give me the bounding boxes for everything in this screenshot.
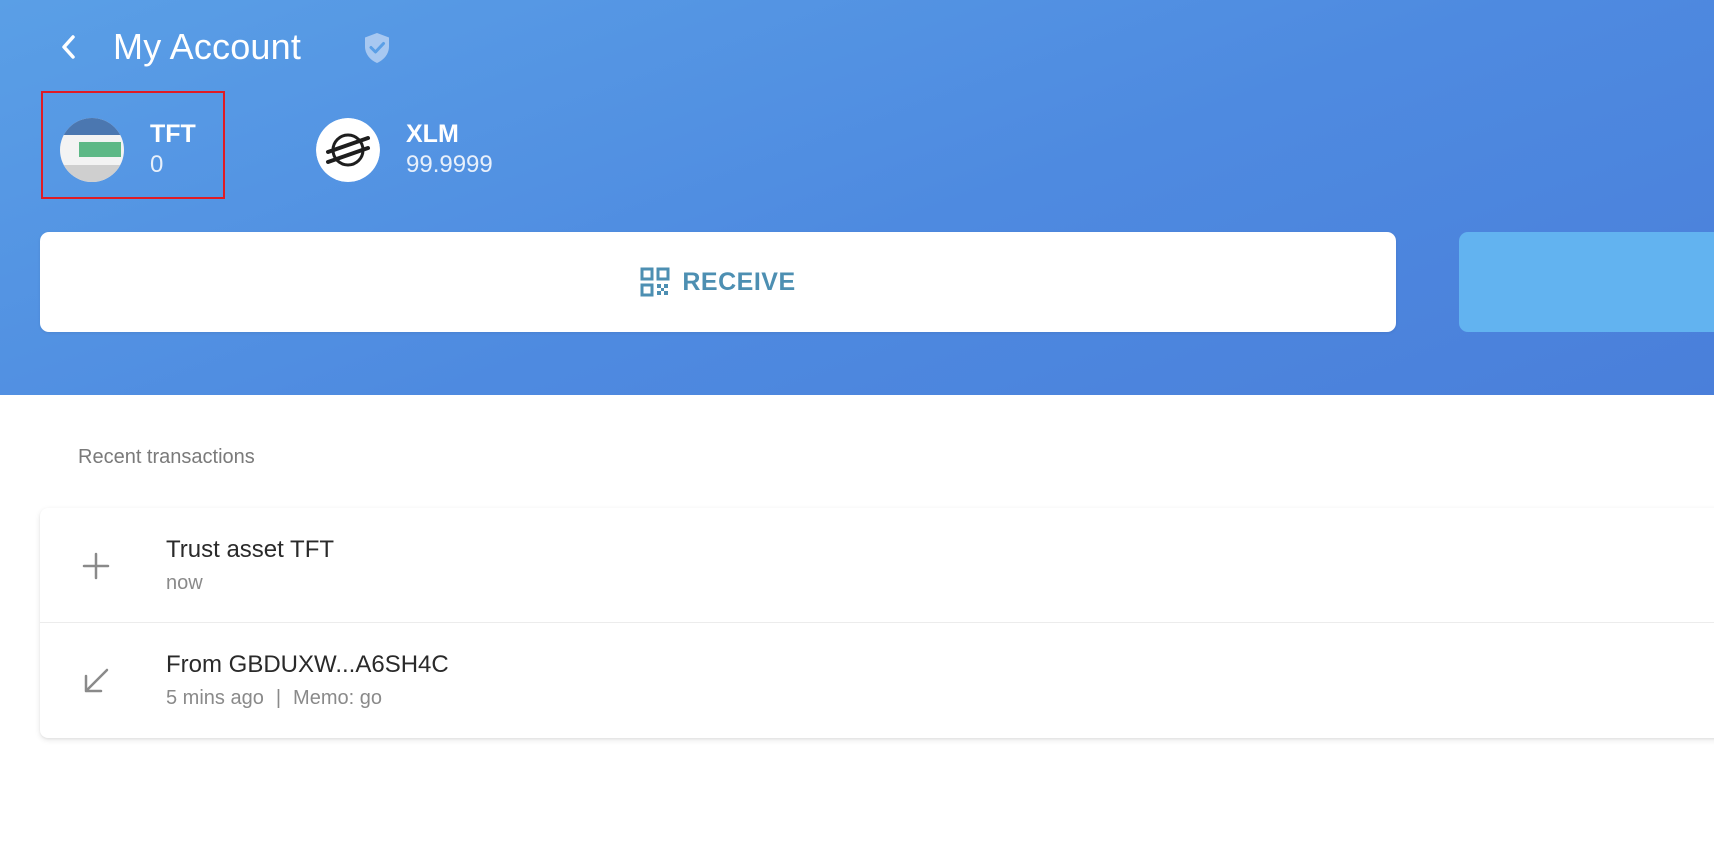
- tft-logo-icon: [60, 118, 124, 182]
- transaction-time: now: [166, 572, 203, 594]
- stellar-logo-icon: [316, 118, 380, 182]
- transaction-meta: 5 mins ago | Memo: go: [166, 687, 382, 710]
- transaction-title: From GBDUXW...A6SH4C: [166, 651, 449, 678]
- arrow-down-left-icon: [84, 668, 109, 693]
- qr-code-icon: [640, 267, 670, 297]
- meta-separator: |: [275, 687, 282, 709]
- page-title: My Account: [113, 26, 302, 67]
- transaction-title: Trust asset TFT: [166, 536, 335, 563]
- send-button[interactable]: [1459, 232, 1714, 332]
- account-header: My Account TFT 0 XLM 99.9999 RECEIVE: [0, 0, 1714, 395]
- asset-code: TFT: [150, 120, 196, 148]
- asset-xlm[interactable]: XLM 99.9999: [316, 115, 493, 185]
- list-item[interactable]: Trust asset TFT now: [40, 508, 1714, 623]
- transaction-time: 5 mins ago: [166, 687, 264, 709]
- transaction-memo: Memo: go: [293, 687, 382, 709]
- chevron-left-icon: [62, 35, 75, 59]
- asset-balance: 99.9999: [406, 151, 493, 178]
- plus-icon: [82, 552, 110, 580]
- list-item[interactable]: From GBDUXW...A6SH4C 5 mins ago | Memo: go: [40, 623, 1714, 738]
- transactions-list: Trust asset TFT now From GBDUXW...A6SH4C…: [40, 508, 1714, 738]
- receive-button[interactable]: RECEIVE: [40, 232, 1396, 332]
- shield-check-icon: [365, 33, 389, 63]
- asset-tft[interactable]: TFT 0: [60, 115, 196, 185]
- asset-balance: 0: [150, 151, 164, 178]
- back-button[interactable]: [52, 30, 86, 64]
- receive-label: RECEIVE: [682, 267, 796, 296]
- recent-transactions-label: Recent transactions: [78, 446, 255, 468]
- asset-code: XLM: [406, 120, 459, 148]
